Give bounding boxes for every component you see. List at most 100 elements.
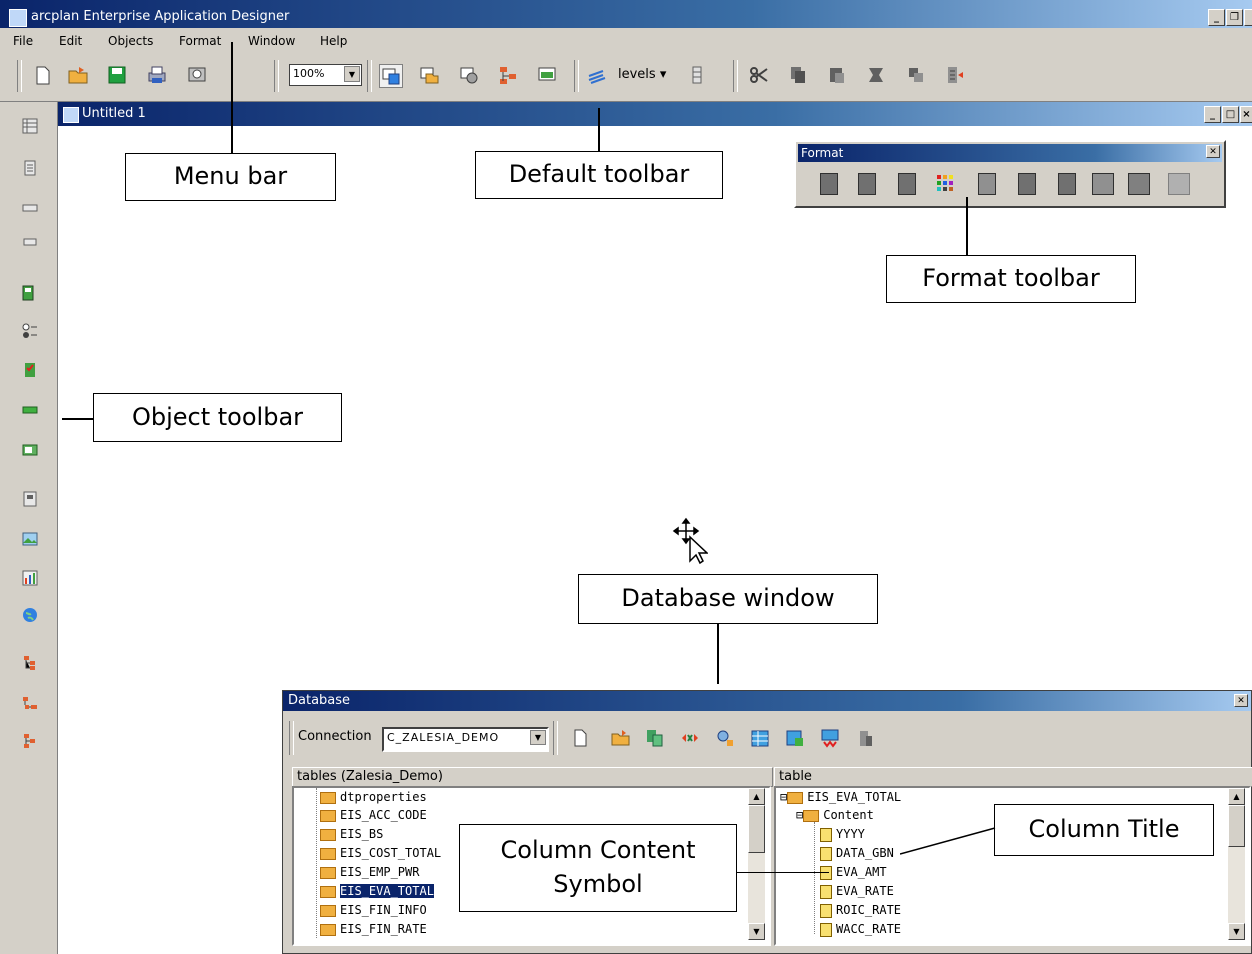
restore-button[interactable]: ❐ bbox=[1226, 9, 1243, 26]
table-view-icon[interactable] bbox=[750, 728, 770, 748]
listbox-object-icon[interactable] bbox=[22, 285, 38, 301]
send-back-icon[interactable] bbox=[944, 64, 966, 86]
design-mode-icon[interactable] bbox=[379, 64, 403, 88]
levels-label[interactable]: levels ▾ bbox=[618, 67, 666, 82]
document-close-button[interactable]: × bbox=[1240, 106, 1252, 123]
run-mode-icon[interactable] bbox=[458, 64, 480, 86]
zoom-select[interactable]: 100% ▼ bbox=[289, 64, 362, 86]
hierarchy-horizontal-icon[interactable] bbox=[22, 695, 38, 711]
radio-button-object-icon[interactable] bbox=[22, 323, 38, 339]
cut-icon[interactable] bbox=[748, 64, 770, 86]
open-folder-icon[interactable] bbox=[67, 64, 89, 86]
folder-icon bbox=[787, 791, 804, 804]
table-item-selected[interactable]: EIS_EVA_TOTAL bbox=[320, 882, 434, 900]
new-query-icon[interactable] bbox=[570, 728, 590, 748]
table-item[interactable]: EIS_EMP_PWR bbox=[320, 863, 419, 881]
expand-icon[interactable] bbox=[1168, 173, 1190, 195]
close-button[interactable] bbox=[1244, 9, 1252, 26]
grid-icon[interactable] bbox=[1092, 173, 1114, 195]
search-table-icon[interactable] bbox=[715, 728, 735, 748]
hierarchy-tree-icon[interactable] bbox=[22, 733, 38, 749]
indent-icon[interactable] bbox=[1128, 173, 1150, 195]
print-preview-icon[interactable] bbox=[186, 64, 208, 86]
menu-file[interactable]: File bbox=[13, 34, 33, 48]
scroll-up-icon[interactable]: ▲ bbox=[1228, 788, 1245, 805]
table-scrollbar[interactable]: ▲ ▼ bbox=[1228, 788, 1245, 940]
level-bars-icon[interactable] bbox=[686, 64, 708, 86]
document-minimize-button[interactable]: _ bbox=[1204, 106, 1221, 123]
table-root-node[interactable]: ⊟ EIS_EVA_TOTAL bbox=[780, 788, 901, 806]
table-item[interactable]: dtproperties bbox=[320, 788, 427, 806]
folder-icon bbox=[320, 809, 336, 822]
scroll-thumb[interactable] bbox=[1228, 805, 1245, 847]
menu-window[interactable]: Window bbox=[248, 34, 295, 48]
join-icon[interactable] bbox=[680, 728, 700, 748]
frame-icon[interactable] bbox=[978, 173, 996, 195]
save-icon[interactable] bbox=[106, 64, 128, 86]
open-folder-icon[interactable] bbox=[611, 728, 631, 748]
new-document-icon[interactable] bbox=[31, 64, 53, 86]
table-item[interactable]: EIS_BS bbox=[320, 825, 383, 843]
menu-format[interactable]: Format bbox=[179, 34, 221, 48]
menu-edit[interactable]: Edit bbox=[59, 34, 82, 48]
combobox-object-icon[interactable] bbox=[22, 442, 38, 458]
text-object-icon[interactable] bbox=[22, 160, 38, 176]
connection-select[interactable]: C_ZALESIA_DEMO ▼ bbox=[382, 727, 549, 752]
scroll-thumb[interactable] bbox=[748, 805, 765, 853]
column-item[interactable]: YYYY bbox=[820, 825, 865, 843]
align-left-icon[interactable] bbox=[820, 173, 838, 195]
scroll-down-icon[interactable]: ▼ bbox=[1228, 923, 1245, 940]
hierarchy-icon[interactable] bbox=[497, 64, 519, 86]
table-item[interactable]: EIS_COST_TOTAL bbox=[320, 844, 441, 862]
tables-scrollbar[interactable]: ▲ ▼ bbox=[748, 788, 765, 940]
document-restore-button[interactable]: □ bbox=[1222, 106, 1239, 123]
column-item[interactable]: EVA_AMT bbox=[820, 863, 887, 881]
chevron-down-icon[interactable]: ▼ bbox=[530, 730, 546, 745]
align-center-icon[interactable] bbox=[858, 173, 876, 195]
table-properties-icon[interactable] bbox=[856, 728, 876, 748]
table-item[interactable]: EIS_FIN_RATE bbox=[320, 920, 427, 938]
table-item[interactable]: EIS_ACC_CODE bbox=[320, 806, 427, 824]
scroll-down-icon[interactable]: ▼ bbox=[748, 923, 765, 940]
folder-window-icon[interactable] bbox=[418, 64, 440, 86]
web-object-icon[interactable] bbox=[22, 607, 38, 623]
menu-help[interactable]: Help bbox=[320, 34, 347, 48]
container-object-icon[interactable] bbox=[22, 491, 38, 507]
paste-icon[interactable] bbox=[826, 64, 848, 86]
folder-icon bbox=[320, 828, 336, 841]
image-object-icon[interactable] bbox=[22, 531, 38, 547]
print-icon[interactable] bbox=[146, 64, 168, 86]
database-window-icon[interactable] bbox=[536, 64, 558, 86]
table-chart-icon[interactable] bbox=[820, 728, 840, 748]
column-item[interactable]: DATA_GBN bbox=[820, 844, 894, 862]
delete-icon[interactable] bbox=[865, 64, 887, 86]
border-icon[interactable] bbox=[1018, 173, 1036, 195]
fill-icon[interactable] bbox=[1058, 173, 1076, 195]
copy-icon[interactable] bbox=[787, 64, 809, 86]
content-node[interactable]: ⊟ Content bbox=[796, 806, 874, 824]
chevron-down-icon[interactable]: ▼ bbox=[344, 66, 360, 82]
menu-objects[interactable]: Objects bbox=[108, 34, 153, 48]
edit-object-icon[interactable] bbox=[22, 234, 38, 250]
color-palette-icon[interactable] bbox=[936, 174, 954, 192]
button-object-icon[interactable] bbox=[22, 402, 38, 418]
checkbox-object-icon[interactable] bbox=[22, 362, 38, 378]
column-item[interactable]: EVA_RATE bbox=[820, 882, 894, 900]
hierarchy-vertical-icon[interactable] bbox=[22, 655, 38, 671]
close-icon[interactable]: ✕ bbox=[1206, 145, 1220, 158]
copy-table-icon[interactable] bbox=[645, 728, 665, 748]
close-icon[interactable]: ✕ bbox=[1234, 694, 1248, 707]
levels-icon[interactable] bbox=[586, 64, 608, 86]
minimize-button[interactable]: _ bbox=[1208, 9, 1225, 26]
column-item[interactable]: WACC_RATE bbox=[820, 920, 901, 938]
bring-front-icon[interactable] bbox=[905, 64, 927, 86]
chart-object-icon[interactable] bbox=[22, 570, 38, 586]
column-item[interactable]: ROIC_RATE bbox=[820, 901, 901, 919]
table-item[interactable]: EIS_FIN_INFO bbox=[320, 901, 427, 919]
tree-line bbox=[316, 788, 317, 938]
table-object-icon[interactable] bbox=[22, 118, 38, 134]
field-object-icon[interactable] bbox=[22, 200, 38, 216]
scroll-up-icon[interactable]: ▲ bbox=[748, 788, 765, 805]
align-right-icon[interactable] bbox=[898, 173, 916, 195]
table-filter-icon[interactable] bbox=[785, 728, 805, 748]
